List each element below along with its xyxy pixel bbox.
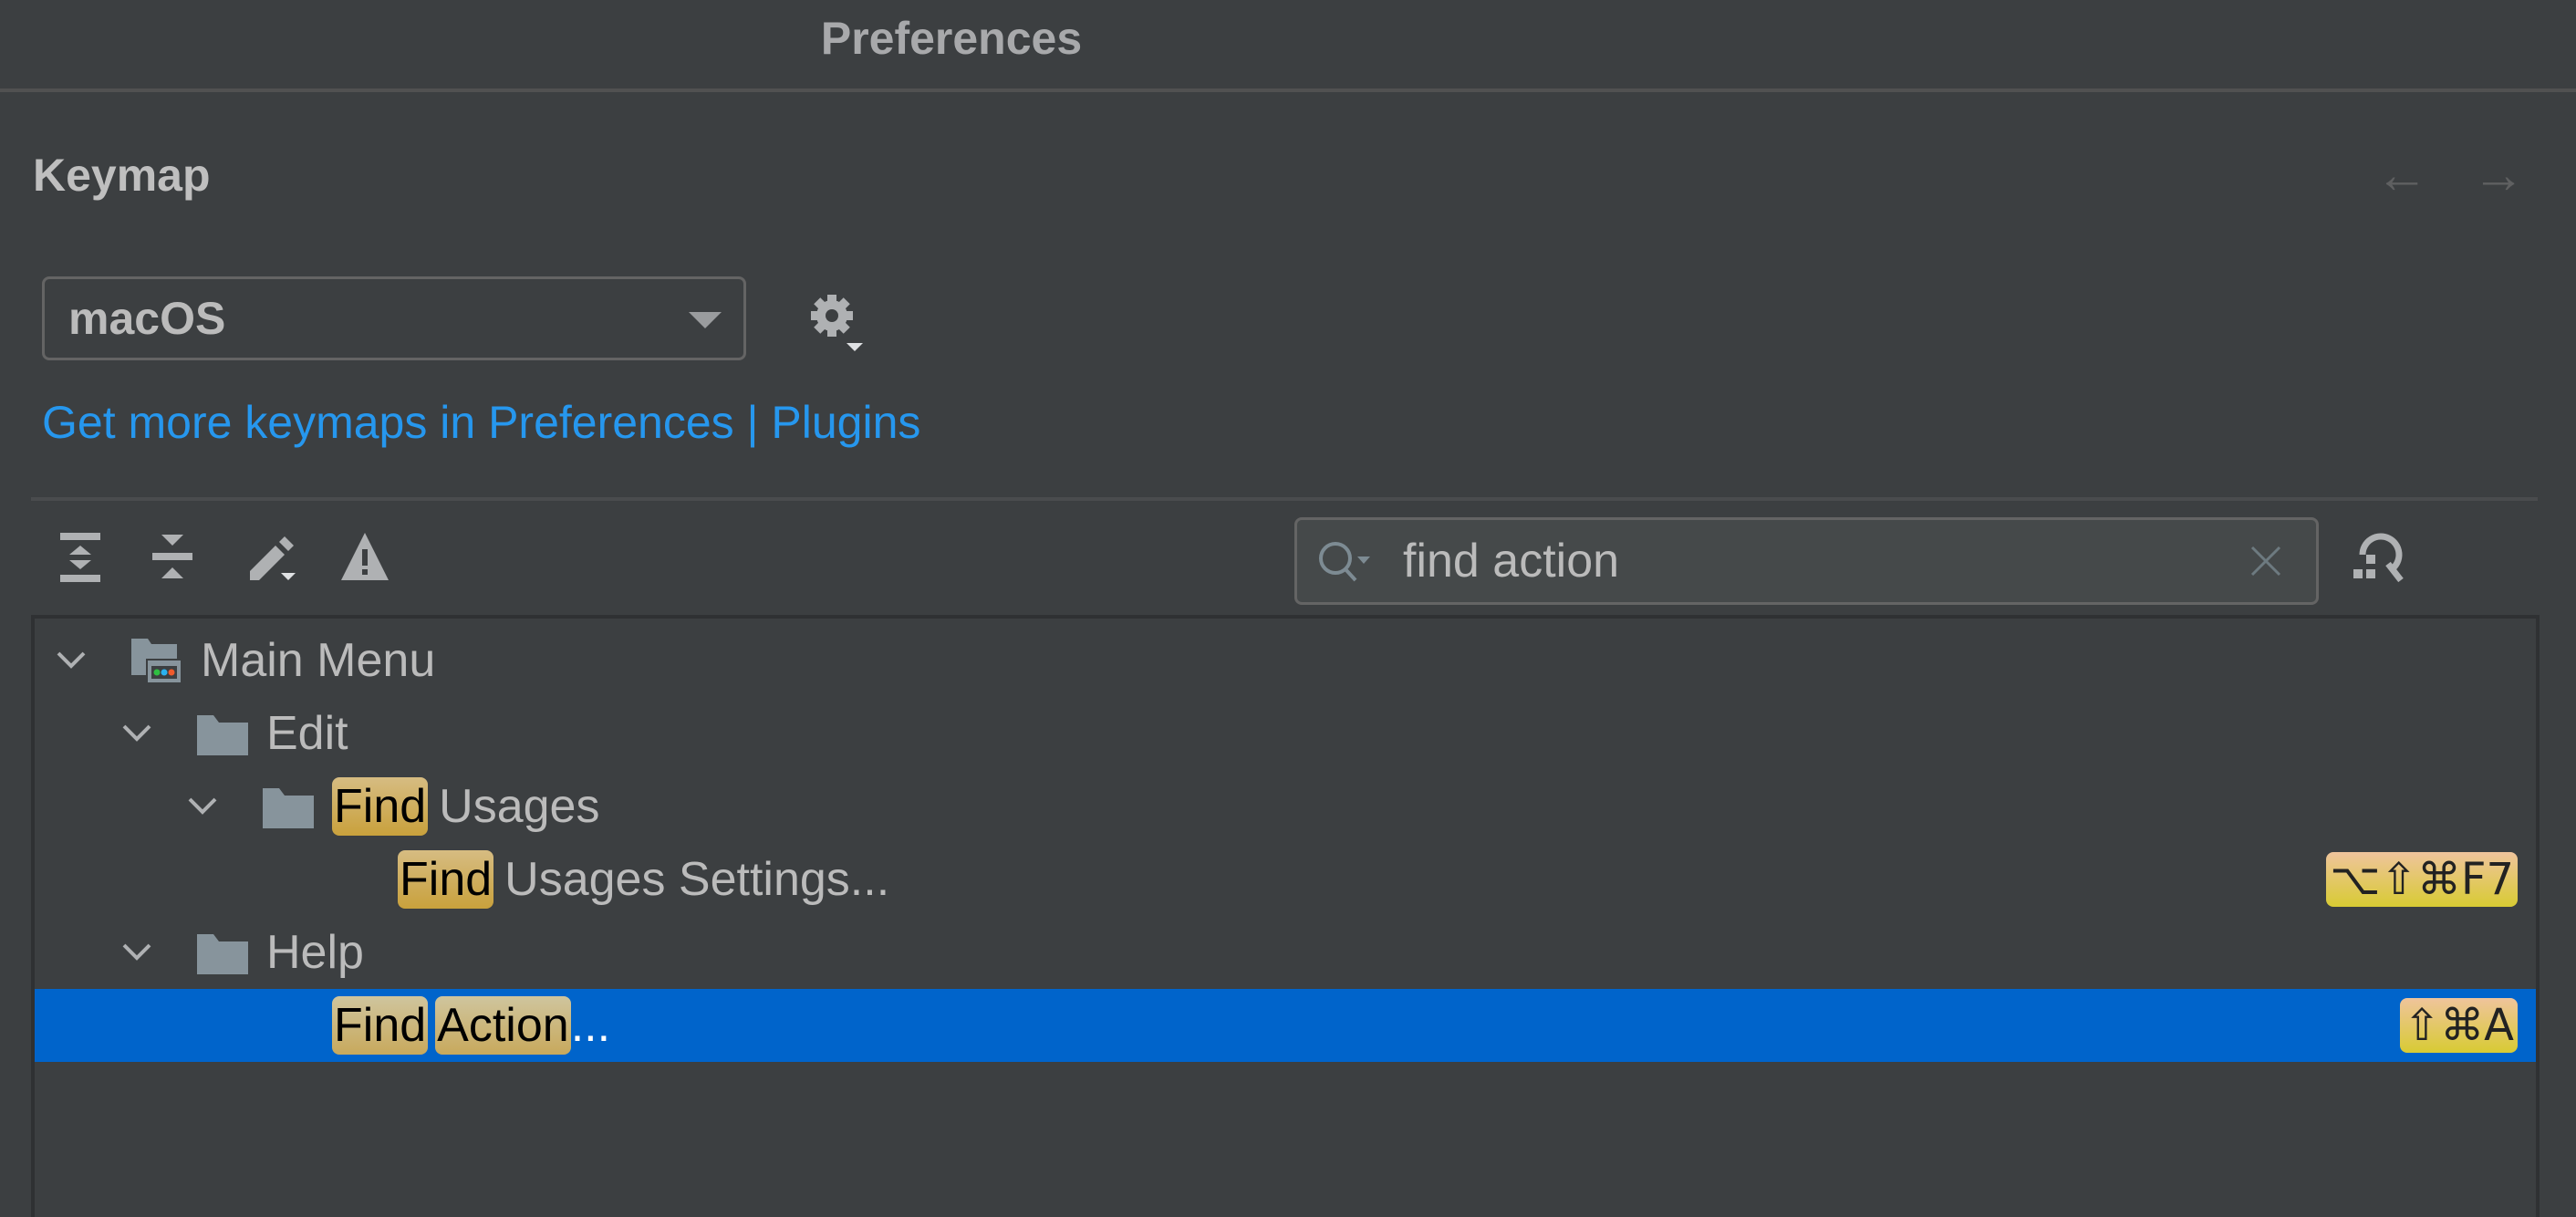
page-title: Keymap [33,150,211,201]
tree-row-find-usages-settings[interactable]: Find Usages Settings... ⌥⇧⌘F7 [35,843,2536,916]
tree-row-label: Edit [266,707,348,760]
search-field[interactable] [1294,517,2319,605]
expand-all-icon[interactable] [55,527,113,586]
tree-row-label: Help [266,926,364,979]
tree-row-text: ... [570,999,611,1053]
tree-row-edit[interactable]: Edit [35,697,2536,770]
search-match-highlight: Action [435,996,571,1056]
folder-icon [195,708,250,759]
tree-row-find-usages[interactable]: Find Usages [35,770,2536,843]
keymap-dropdown-value: macOS [68,293,226,344]
folder-icon [261,781,316,832]
forward-arrow-icon[interactable]: → [2468,146,2529,204]
get-more-keymaps-link[interactable]: Get more keymaps in Preferences | Plugin… [42,390,920,454]
tree-row-text: Usages [439,780,600,834]
search-match-highlight: Find [398,850,494,910]
chevron-down-icon[interactable] [55,644,88,677]
find-by-shortcut-icon[interactable] [2350,527,2419,591]
tree-row-label: Find Usages [332,770,599,846]
chevron-down-icon [689,312,722,328]
tree-row-main-menu[interactable]: Main Menu [35,624,2536,697]
shortcut-badge: ⇧⌘A [2399,998,2518,1053]
collapse-all-icon[interactable] [149,527,207,586]
tree-row-label: Find Action... [332,989,610,1065]
chevron-down-icon[interactable] [120,936,153,969]
keymap-dropdown[interactable]: macOS [42,276,746,360]
shortcut-badge: ⌥⇧⌘F7 [2326,852,2518,907]
warning-icon[interactable] [338,527,396,586]
window-title: Preferences [820,13,1083,64]
tree-row-find-action[interactable]: Find Action... ⇧⌘A [35,989,2536,1062]
tree-row-help[interactable]: Help [35,916,2536,989]
back-arrow-icon[interactable]: ← [2372,146,2432,204]
close-icon[interactable] [2249,544,2283,578]
search-icon[interactable] [1315,538,1379,589]
pencil-icon[interactable] [244,527,303,586]
folder-icon [195,927,250,978]
title-divider [0,88,2576,92]
tree-row-label: Main Menu [201,634,436,687]
chevron-down-icon[interactable] [186,790,219,823]
tree-row-label: Find Usages Settings... [398,843,889,919]
tree-row-text: Usages Settings... [504,853,890,907]
section-divider [31,497,2538,501]
search-input[interactable] [1403,520,2187,602]
chevron-down-icon[interactable] [120,717,153,750]
keymap-tree[interactable]: Main Menu Edit Find Usages Find Usages Set… [31,615,2540,1217]
search-match-highlight: Find [332,996,429,1056]
search-match-highlight: Find [332,777,429,837]
main-menu-icon [130,635,184,686]
gear-icon[interactable] [806,290,870,354]
